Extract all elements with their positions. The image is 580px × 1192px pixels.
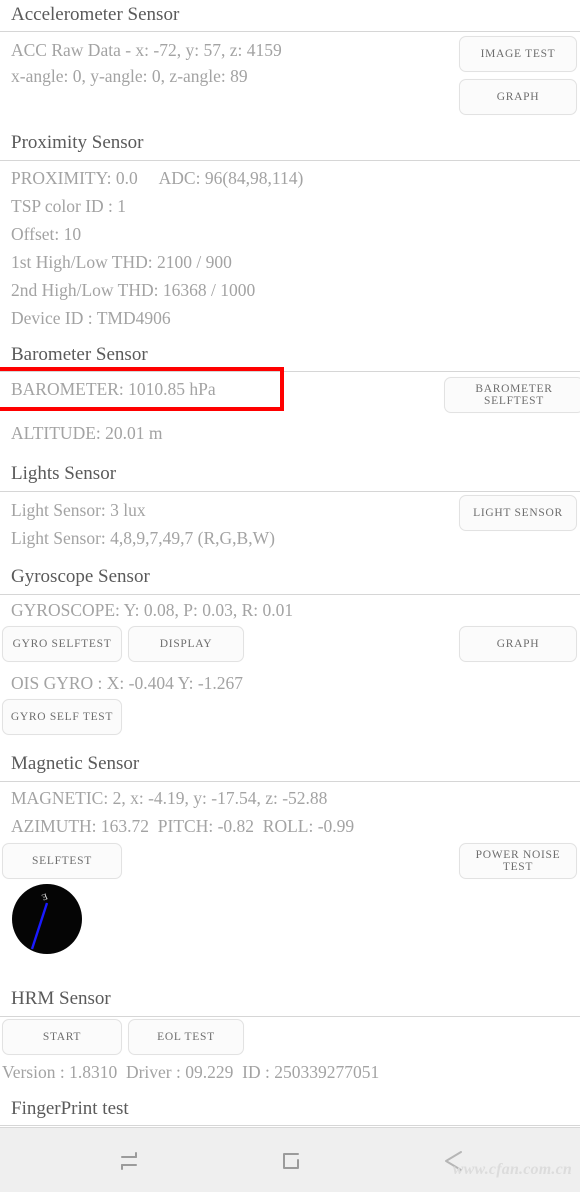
lights-rgbw-value: Light Sensor: 4,8,9,7,49,7 (R,G,B,W): [11, 528, 275, 548]
section-gyroscope: Gyroscope Sensor: [0, 566, 580, 588]
image-test-button[interactable]: IMAGE TEST: [459, 36, 577, 72]
gyroscope-ypr-value: GYROSCOPE: Y: 0.08, P: 0.03, R: 0.01: [11, 600, 294, 620]
proximity-device-id: Device ID : TMD4906: [11, 308, 171, 328]
home-button[interactable]: [228, 1128, 353, 1192]
light-sensor-button[interactable]: LIGHT SENSOR: [459, 495, 577, 531]
section-title-hrm: HRM Sensor: [11, 988, 111, 1009]
gyro-selftest-button[interactable]: GYRO SELFTEST: [2, 626, 122, 662]
magnetic-orientation-value: AZIMUTH: 163.72 PITCH: -0.82 ROLL: -0.99: [11, 816, 355, 836]
gyro-self-test-button[interactable]: GYRO SELF TEST: [2, 699, 122, 735]
divider-lights: [0, 491, 580, 492]
section-lights: Lights Sensor: [0, 463, 580, 485]
section-proximity: Proximity Sensor: [0, 132, 580, 154]
site-watermark: www.cfan.com.cn: [452, 1161, 572, 1178]
section-hrm: HRM Sensor: [0, 988, 580, 1010]
magnetic-xyz-value: MAGNETIC: 2, x: -4.19, y: -17.54, z: -52…: [11, 788, 328, 808]
power-noise-test-button[interactable]: POWER NOISE TEST: [459, 843, 577, 879]
home-icon: [282, 1152, 299, 1169]
accelerometer-raw-data: ACC Raw Data - x: -72, y: 57, z: 4159: [11, 40, 282, 60]
hrm-start-button[interactable]: START: [2, 1019, 122, 1055]
barometer-altitude-value: ALTITUDE: 20.01 m: [11, 423, 163, 443]
divider-accelerometer: [0, 31, 580, 32]
section-title-fingerprint: FingerPrint test: [11, 1098, 129, 1119]
barometer-selftest-button[interactable]: BAROMETER SELFTEST: [444, 377, 580, 413]
proximity-thd-1st: 1st High/Low THD: 2100 / 900: [11, 252, 232, 272]
section-barometer: Barometer Sensor: [0, 344, 580, 366]
proximity-tsp-color-id: TSP color ID : 1: [11, 196, 127, 216]
accelerometer-angles: x-angle: 0, y-angle: 0, z-angle: 89: [11, 66, 248, 86]
recents-icon: [120, 1151, 137, 1170]
divider-proximity: [0, 160, 580, 161]
section-title-barometer: Barometer Sensor: [11, 344, 148, 365]
section-magnetic: Magnetic Sensor: [0, 753, 580, 775]
proximity-offset: Offset: 10: [11, 224, 82, 244]
magnetic-selftest-button[interactable]: SELFTEST: [2, 843, 122, 879]
barometer-pressure-value: BAROMETER: 1010.85 hPa: [11, 379, 216, 399]
divider-magnetic: [0, 781, 580, 782]
proximity-adc-line: PROXIMITY: 0.0 ADC: 96(84,98,114): [11, 168, 304, 188]
lights-lux-value: Light Sensor: 3 lux: [11, 500, 146, 520]
section-accelerometer: Accelerometer Sensor: [0, 4, 580, 26]
section-title-accelerometer: Accelerometer Sensor: [11, 4, 180, 25]
sensor-diagnostics-screen: Accelerometer Sensor ACC Raw Data - x: -…: [0, 0, 580, 1192]
section-title-proximity: Proximity Sensor: [11, 132, 144, 153]
back-button[interactable]: [390, 1128, 515, 1192]
hrm-eol-test-button[interactable]: EOL TEST: [128, 1019, 244, 1055]
hrm-version-line: Version : 1.8310 Driver : 09.229 ID : 25…: [2, 1062, 380, 1082]
section-fingerprint: FingerPrint test: [0, 1098, 580, 1120]
gyro-display-button[interactable]: DISPLAY: [128, 626, 244, 662]
divider-barometer: [0, 371, 580, 372]
divider-fingerprint: [0, 1125, 580, 1126]
gyroscope-graph-button[interactable]: GRAPH: [459, 626, 577, 662]
section-title-lights: Lights Sensor: [11, 463, 117, 484]
proximity-thd-2nd: 2nd High/Low THD: 16368 / 1000: [11, 280, 256, 300]
system-navigation-bar: www.cfan.com.cn: [0, 1127, 580, 1192]
recents-button[interactable]: [66, 1128, 191, 1192]
divider-hrm: [0, 1016, 580, 1017]
section-title-gyroscope: Gyroscope Sensor: [11, 566, 150, 587]
accelerometer-graph-button[interactable]: GRAPH: [459, 79, 577, 115]
divider-gyroscope: [0, 594, 580, 595]
compass-dial: E: [12, 884, 82, 954]
ois-gyro-value: OIS GYRO : X: -0.404 Y: -1.267: [11, 673, 244, 693]
section-title-magnetic: Magnetic Sensor: [11, 753, 140, 774]
